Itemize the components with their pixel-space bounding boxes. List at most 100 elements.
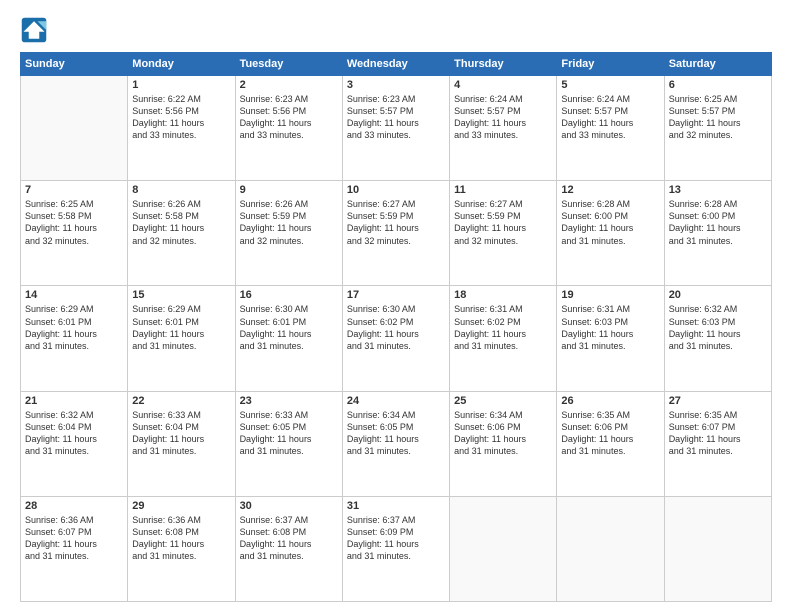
calendar-cell: 21 Sunrise: 6:32 AM Sunset: 6:04 PM Dayli… xyxy=(21,391,128,496)
cell-info: Sunrise: 6:24 AM Sunset: 5:57 PM Dayligh… xyxy=(454,93,552,142)
day-number: 22 xyxy=(132,395,230,407)
calendar-cell: 5 Sunrise: 6:24 AM Sunset: 5:57 PM Daylig… xyxy=(557,76,664,181)
calendar-cell xyxy=(557,496,664,601)
day-number: 27 xyxy=(669,395,767,407)
day-number: 18 xyxy=(454,289,552,301)
cell-info: Sunrise: 6:33 AM Sunset: 6:04 PM Dayligh… xyxy=(132,409,230,458)
day-number: 30 xyxy=(240,500,338,512)
day-number: 21 xyxy=(25,395,123,407)
calendar-col-monday: Monday xyxy=(128,53,235,76)
day-number: 7 xyxy=(25,184,123,196)
calendar-cell: 2 Sunrise: 6:23 AM Sunset: 5:56 PM Daylig… xyxy=(235,76,342,181)
cell-info: Sunrise: 6:33 AM Sunset: 6:05 PM Dayligh… xyxy=(240,409,338,458)
cell-info: Sunrise: 6:34 AM Sunset: 6:05 PM Dayligh… xyxy=(347,409,445,458)
calendar-cell: 12Sunrise: 6:28 AM Sunset: 6:00 PM Dayli… xyxy=(557,181,664,286)
cell-info: Sunrise: 6:22 AM Sunset: 5:56 PM Dayligh… xyxy=(132,93,230,142)
day-number: 10 xyxy=(347,184,445,196)
cell-info: Sunrise: 6:26 AM Sunset: 5:59 PM Dayligh… xyxy=(240,198,338,247)
calendar-cell xyxy=(664,496,771,601)
calendar-cell: 8Sunrise: 6:26 AM Sunset: 5:58 PM Daylig… xyxy=(128,181,235,286)
calendar-cell: 20 Sunrise: 6:32 AM Sunset: 6:03 PM Dayli… xyxy=(664,286,771,391)
cell-info: Sunrise: 6:23 AM Sunset: 5:57 PM Dayligh… xyxy=(347,93,445,142)
day-number: 20 xyxy=(669,289,767,301)
day-number: 6 xyxy=(669,79,767,91)
day-number: 17 xyxy=(347,289,445,301)
calendar-cell: 27 Sunrise: 6:35 AM Sunset: 6:07 PM Dayli… xyxy=(664,391,771,496)
cell-info: Sunrise: 6:25 AM Sunset: 5:57 PM Dayligh… xyxy=(669,93,767,142)
day-number: 5 xyxy=(561,79,659,91)
logo-icon xyxy=(20,16,48,44)
calendar-cell: 24 Sunrise: 6:34 AM Sunset: 6:05 PM Dayli… xyxy=(342,391,449,496)
day-number: 9 xyxy=(240,184,338,196)
cell-info: Sunrise: 6:35 AM Sunset: 6:06 PM Dayligh… xyxy=(561,409,659,458)
calendar-cell: 3 Sunrise: 6:23 AM Sunset: 5:57 PM Daylig… xyxy=(342,76,449,181)
day-number: 2 xyxy=(240,79,338,91)
cell-info: Sunrise: 6:30 AM Sunset: 6:01 PM Dayligh… xyxy=(240,303,338,352)
day-number: 16 xyxy=(240,289,338,301)
cell-info: Sunrise: 6:35 AM Sunset: 6:07 PM Dayligh… xyxy=(669,409,767,458)
calendar-col-saturday: Saturday xyxy=(664,53,771,76)
header xyxy=(20,16,772,44)
calendar-cell: 18 Sunrise: 6:31 AM Sunset: 6:02 PM Dayli… xyxy=(450,286,557,391)
day-number: 24 xyxy=(347,395,445,407)
calendar-cell: 4 Sunrise: 6:24 AM Sunset: 5:57 PM Daylig… xyxy=(450,76,557,181)
cell-info: Sunrise: 6:27 AM Sunset: 5:59 PM Dayligh… xyxy=(454,198,552,247)
calendar-col-thursday: Thursday xyxy=(450,53,557,76)
calendar-cell: 1 Sunrise: 6:22 AM Sunset: 5:56 PM Daylig… xyxy=(128,76,235,181)
cell-info: Sunrise: 6:23 AM Sunset: 5:56 PM Dayligh… xyxy=(240,93,338,142)
day-number: 3 xyxy=(347,79,445,91)
calendar-cell: 15 Sunrise: 6:29 AM Sunset: 6:01 PM Dayli… xyxy=(128,286,235,391)
calendar-cell: 26 Sunrise: 6:35 AM Sunset: 6:06 PM Dayli… xyxy=(557,391,664,496)
day-number: 1 xyxy=(132,79,230,91)
calendar-header-row: SundayMondayTuesdayWednesdayThursdayFrid… xyxy=(21,53,772,76)
cell-info: Sunrise: 6:37 AM Sunset: 6:09 PM Dayligh… xyxy=(347,514,445,563)
day-number: 25 xyxy=(454,395,552,407)
calendar-table: SundayMondayTuesdayWednesdayThursdayFrid… xyxy=(20,52,772,602)
day-number: 28 xyxy=(25,500,123,512)
cell-info: Sunrise: 6:36 AM Sunset: 6:08 PM Dayligh… xyxy=(132,514,230,563)
calendar-cell: 9 Sunrise: 6:26 AM Sunset: 5:59 PM Daylig… xyxy=(235,181,342,286)
day-number: 31 xyxy=(347,500,445,512)
cell-info: Sunrise: 6:29 AM Sunset: 6:01 PM Dayligh… xyxy=(132,303,230,352)
cell-info: Sunrise: 6:28 AM Sunset: 6:00 PM Dayligh… xyxy=(669,198,767,247)
calendar-cell: 30 Sunrise: 6:37 AM Sunset: 6:08 PM Dayli… xyxy=(235,496,342,601)
day-number: 15 xyxy=(132,289,230,301)
day-number: 13 xyxy=(669,184,767,196)
calendar-cell: 14Sunrise: 6:29 AM Sunset: 6:01 PM Dayli… xyxy=(21,286,128,391)
day-number: 12 xyxy=(561,184,659,196)
calendar-cell: 31 Sunrise: 6:37 AM Sunset: 6:09 PM Dayli… xyxy=(342,496,449,601)
cell-info: Sunrise: 6:31 AM Sunset: 6:03 PM Dayligh… xyxy=(561,303,659,352)
cell-info: Sunrise: 6:36 AM Sunset: 6:07 PM Dayligh… xyxy=(25,514,123,563)
day-number: 29 xyxy=(132,500,230,512)
day-number: 4 xyxy=(454,79,552,91)
cell-info: Sunrise: 6:31 AM Sunset: 6:02 PM Dayligh… xyxy=(454,303,552,352)
calendar-cell: 25Sunrise: 6:34 AM Sunset: 6:06 PM Dayli… xyxy=(450,391,557,496)
calendar-cell: 6 Sunrise: 6:25 AM Sunset: 5:57 PM Daylig… xyxy=(664,76,771,181)
calendar-cell: 7Sunrise: 6:25 AM Sunset: 5:58 PM Daylig… xyxy=(21,181,128,286)
calendar-week-4: 21 Sunrise: 6:32 AM Sunset: 6:04 PM Dayli… xyxy=(21,391,772,496)
cell-info: Sunrise: 6:37 AM Sunset: 6:08 PM Dayligh… xyxy=(240,514,338,563)
calendar-cell: 23Sunrise: 6:33 AM Sunset: 6:05 PM Dayli… xyxy=(235,391,342,496)
calendar-week-5: 28 Sunrise: 6:36 AM Sunset: 6:07 PM Dayli… xyxy=(21,496,772,601)
logo xyxy=(20,16,52,44)
calendar-cell: 16 Sunrise: 6:30 AM Sunset: 6:01 PM Dayli… xyxy=(235,286,342,391)
day-number: 14 xyxy=(25,289,123,301)
calendar-col-wednesday: Wednesday xyxy=(342,53,449,76)
calendar-cell: 19 Sunrise: 6:31 AM Sunset: 6:03 PM Dayli… xyxy=(557,286,664,391)
cell-info: Sunrise: 6:26 AM Sunset: 5:58 PM Dayligh… xyxy=(132,198,230,247)
cell-info: Sunrise: 6:30 AM Sunset: 6:02 PM Dayligh… xyxy=(347,303,445,352)
calendar-cell xyxy=(21,76,128,181)
calendar-cell: 13 Sunrise: 6:28 AM Sunset: 6:00 PM Dayli… xyxy=(664,181,771,286)
cell-info: Sunrise: 6:27 AM Sunset: 5:59 PM Dayligh… xyxy=(347,198,445,247)
cell-info: Sunrise: 6:32 AM Sunset: 6:03 PM Dayligh… xyxy=(669,303,767,352)
day-number: 26 xyxy=(561,395,659,407)
calendar-col-sunday: Sunday xyxy=(21,53,128,76)
calendar-cell: 17 Sunrise: 6:30 AM Sunset: 6:02 PM Dayli… xyxy=(342,286,449,391)
calendar-week-2: 7Sunrise: 6:25 AM Sunset: 5:58 PM Daylig… xyxy=(21,181,772,286)
day-number: 19 xyxy=(561,289,659,301)
cell-info: Sunrise: 6:24 AM Sunset: 5:57 PM Dayligh… xyxy=(561,93,659,142)
calendar-cell: 29 Sunrise: 6:36 AM Sunset: 6:08 PM Dayli… xyxy=(128,496,235,601)
cell-info: Sunrise: 6:32 AM Sunset: 6:04 PM Dayligh… xyxy=(25,409,123,458)
calendar-cell: 10 Sunrise: 6:27 AM Sunset: 5:59 PM Dayli… xyxy=(342,181,449,286)
calendar-cell: 28 Sunrise: 6:36 AM Sunset: 6:07 PM Dayli… xyxy=(21,496,128,601)
